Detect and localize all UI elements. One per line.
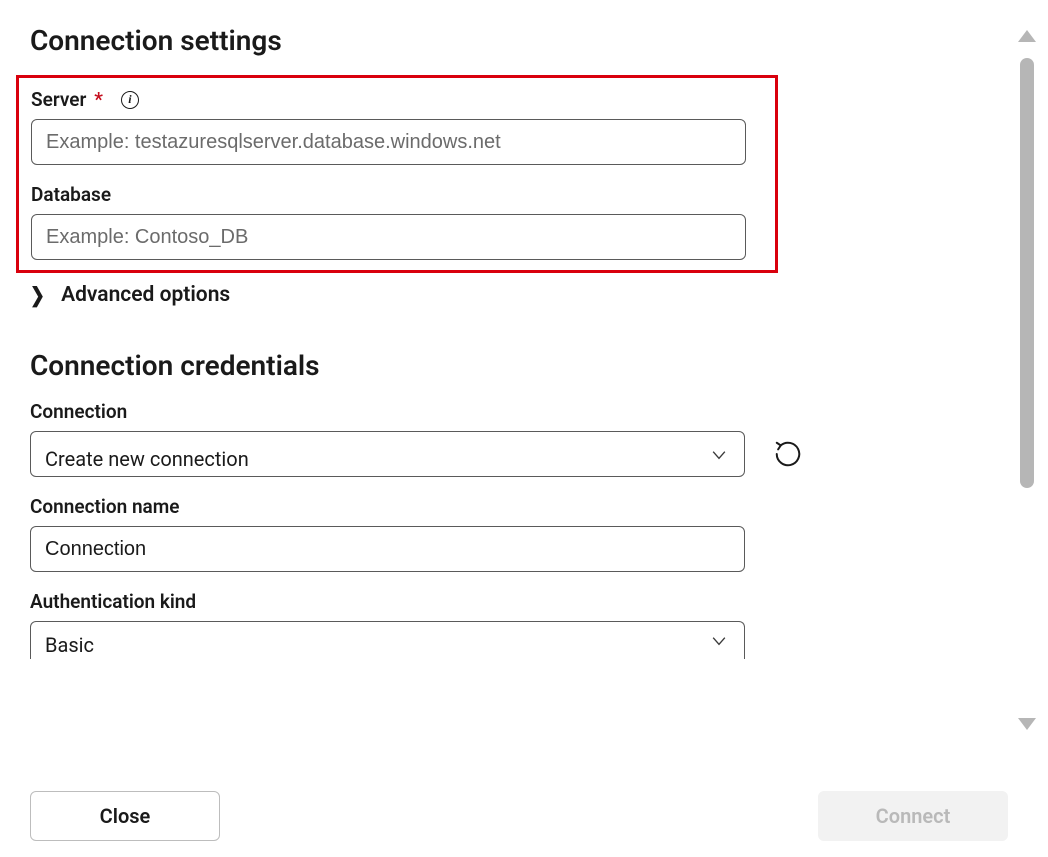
connection-label: Connection xyxy=(30,400,127,423)
connection-name-input[interactable] xyxy=(30,526,745,572)
connection-name-field: Connection name xyxy=(30,495,1018,572)
connection-field: Connection Create new connection xyxy=(30,400,1018,477)
auth-kind-label: Authentication kind xyxy=(30,590,196,613)
database-field: Database xyxy=(31,183,763,260)
server-input[interactable] xyxy=(31,119,746,165)
scroll-up-icon[interactable] xyxy=(1018,30,1036,42)
connect-button: Connect xyxy=(818,791,1008,841)
dialog-footer: Close Connect xyxy=(30,791,1008,841)
auth-kind-select[interactable]: Basic xyxy=(30,621,745,659)
auth-kind-field: Authentication kind Basic xyxy=(30,590,1018,659)
close-button-label: Close xyxy=(100,804,151,828)
advanced-options-label: Advanced options xyxy=(61,283,230,307)
required-star-icon: * xyxy=(94,88,103,111)
server-field: Server * i xyxy=(31,88,763,165)
refresh-icon[interactable] xyxy=(773,439,803,469)
connect-button-label: Connect xyxy=(876,804,951,828)
auth-kind-selected-value: Basic xyxy=(45,633,94,657)
info-icon[interactable]: i xyxy=(121,91,139,109)
database-input[interactable] xyxy=(31,214,746,260)
connection-selected-value: Create new connection xyxy=(45,447,249,471)
scroll-down-icon[interactable] xyxy=(1018,718,1036,730)
server-label: Server xyxy=(31,88,86,111)
highlight-box: Server * i Database xyxy=(16,75,778,273)
connection-credentials-heading: Connection credentials xyxy=(30,349,1018,382)
scroll-thumb[interactable] xyxy=(1020,58,1034,488)
connection-select[interactable]: Create new connection xyxy=(30,431,745,477)
database-label: Database xyxy=(31,183,111,206)
connection-name-label: Connection name xyxy=(30,495,180,518)
connection-settings-heading: Connection settings xyxy=(30,24,1018,57)
scroll-track[interactable] xyxy=(1020,58,1034,702)
scrollbar[interactable] xyxy=(1016,30,1038,730)
chevron-right-icon: ❯ xyxy=(30,283,45,307)
close-button[interactable]: Close xyxy=(30,791,220,841)
advanced-options-toggle[interactable]: ❯ Advanced options xyxy=(60,283,1018,307)
